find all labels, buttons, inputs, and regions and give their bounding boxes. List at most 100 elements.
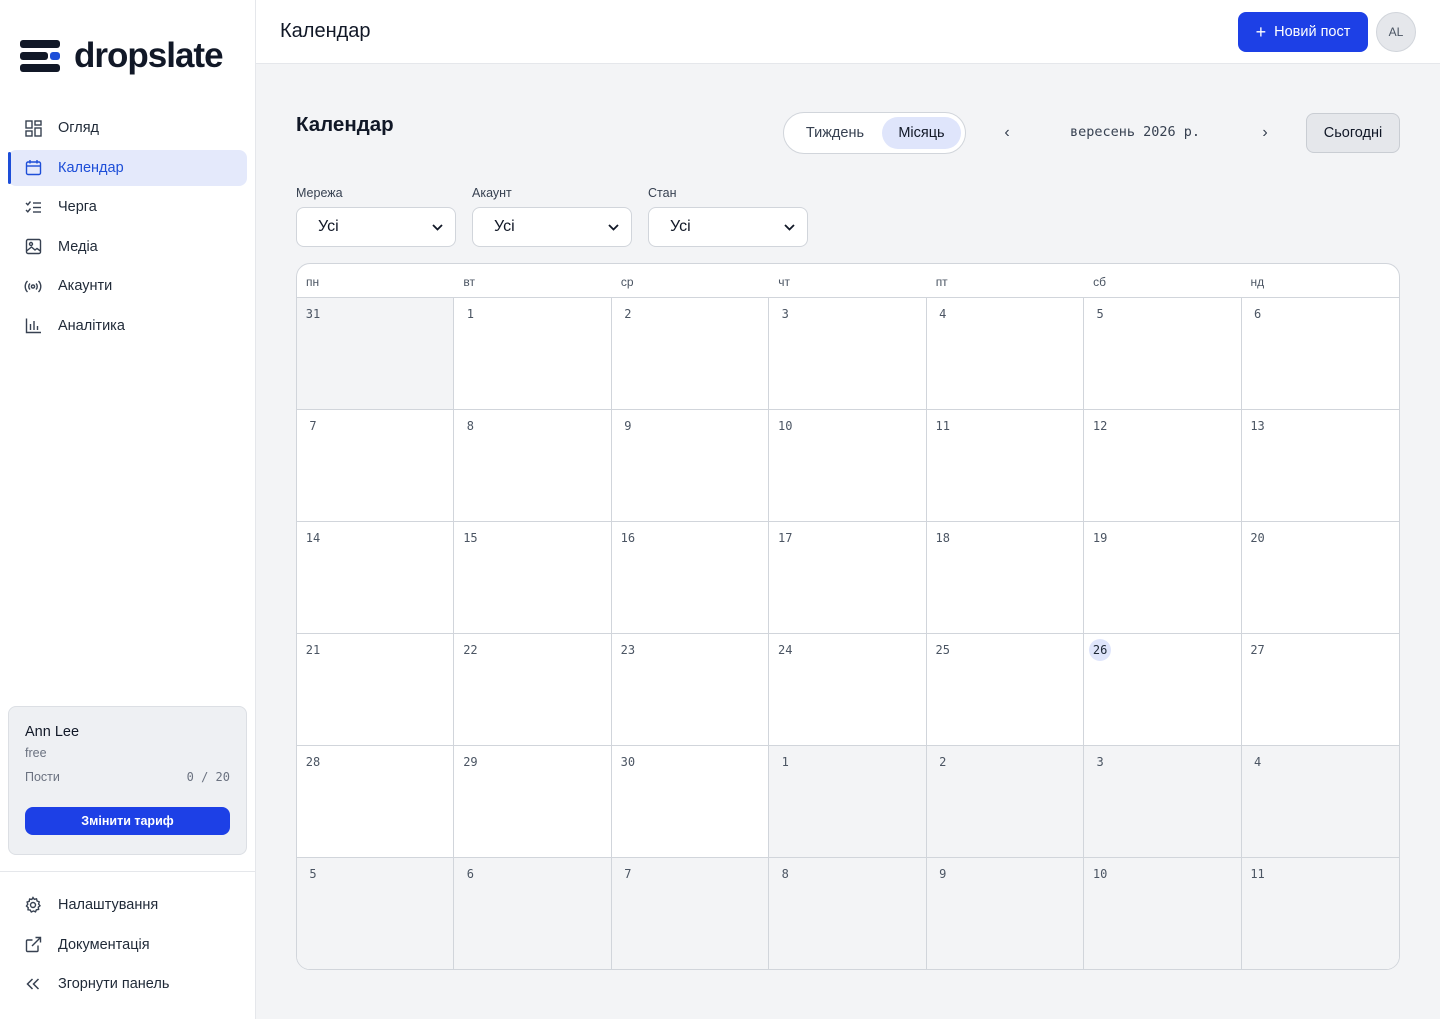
page-title: Календар [296, 113, 394, 136]
upgrade-plan-button[interactable]: Змінити тариф [25, 807, 230, 835]
day-cell[interactable]: 12 [1084, 410, 1242, 522]
day-cell[interactable]: 7 [297, 410, 455, 522]
day-cell[interactable]: 15 [454, 522, 612, 634]
sidebar-item-label: Акаунти [58, 278, 113, 294]
day-number: 14 [305, 531, 321, 545]
day-cell[interactable]: 2 [611, 298, 770, 410]
brand-logo[interactable]: dropslate [20, 36, 224, 76]
day-cell[interactable]: 6 [1241, 298, 1399, 410]
day-cell[interactable]: 11 [926, 410, 1085, 522]
day-cell[interactable]: 13 [1241, 410, 1399, 522]
day-cell[interactable]: 9 [926, 858, 1085, 969]
day-cell[interactable]: 5 [297, 858, 455, 969]
day-number: 6 [1253, 307, 1262, 321]
day-cell[interactable]: 11 [1241, 858, 1399, 969]
day-cell[interactable]: 24 [769, 634, 927, 746]
day-cell[interactable]: 1 [769, 746, 927, 858]
network-select[interactable]: Усі [296, 207, 456, 247]
day-cell[interactable]: 14 [297, 522, 455, 634]
day-cell[interactable]: 1 [454, 298, 612, 410]
sidebar-item-label: Документація [58, 936, 150, 953]
day-number: 8 [466, 419, 475, 433]
collapse-sidebar-button[interactable]: Згорнути панель [8, 966, 247, 1002]
day-number: 2 [624, 307, 632, 321]
day-number: 29 [463, 755, 478, 769]
day-cell[interactable]: 16 [611, 522, 770, 634]
month-calendar: пн вт ср чт пт сб нд 31 1 2 3 4 5 6 7 8 9 10 11 12 13 14 15 16… [296, 263, 1400, 970]
sidebar-item-accounts[interactable]: Акаунти [8, 268, 247, 304]
day-cell[interactable]: 21 [297, 634, 455, 746]
day-cell[interactable]: 2 [926, 746, 1085, 858]
sidebar-item-label: Огляд [58, 120, 100, 136]
day-cell[interactable]: 3 [1084, 746, 1242, 858]
day-cell[interactable]: 25 [926, 634, 1085, 746]
image-icon [24, 238, 42, 256]
posts-usage: Пости 0 / 20 [25, 770, 230, 784]
day-cell[interactable]: 10 [1084, 858, 1242, 969]
day-cell[interactable]: 22 [454, 634, 612, 746]
sidebar-divider [0, 871, 255, 872]
sidebar-item-overview[interactable]: Огляд [8, 110, 247, 146]
filter-account: Акаунт Усі [472, 186, 632, 247]
day-cell[interactable]: 4 [926, 298, 1085, 410]
day-cell[interactable]: 8 [769, 858, 927, 969]
day-cell[interactable]: 23 [611, 634, 770, 746]
day-cell[interactable]: 29 [454, 746, 612, 858]
weekday-label: пн [306, 275, 320, 289]
day-number: 23 [620, 643, 636, 657]
day-number: 12 [1092, 419, 1108, 433]
day-cell[interactable]: 3 [769, 298, 927, 410]
day-cell[interactable]: 5 [1084, 298, 1242, 410]
day-cell[interactable]: 28 [297, 746, 455, 858]
chevron-down-icon [432, 218, 443, 236]
day-number: 13 [1250, 419, 1265, 433]
sidebar-item-queue[interactable]: Черга [8, 189, 247, 225]
day-cell[interactable]: 6 [454, 858, 612, 969]
account-select[interactable]: Усі [472, 207, 632, 247]
sidebar-item-analytics[interactable]: Аналітика [8, 308, 247, 344]
select-value: Усі [494, 218, 515, 235]
sidebar-item-docs[interactable]: Документація [8, 927, 247, 963]
day-cell[interactable]: 10 [769, 410, 927, 522]
day-cell[interactable]: 20 [1241, 522, 1399, 634]
day-number: 28 [305, 755, 321, 769]
day-cell[interactable]: 4 [1241, 746, 1399, 858]
main-nav: Огляд Календар Черга Медіа Акаунти Аналі… [8, 110, 247, 347]
day-number: 26 [1089, 639, 1112, 661]
filter-label: Акаунт [472, 186, 512, 200]
day-number: 4 [939, 307, 947, 321]
avatar[interactable]: AL [1376, 12, 1416, 52]
select-value: Усі [670, 218, 691, 235]
day-cell-today[interactable]: 26 [1084, 634, 1242, 746]
day-number: 9 [939, 867, 947, 881]
plan-card: Ann Lee free Пости 0 / 20 Змінити тариф [8, 706, 247, 855]
view-month-button[interactable]: Місяць [881, 117, 961, 149]
day-cell[interactable]: 18 [926, 522, 1085, 634]
day-cell[interactable]: 27 [1241, 634, 1399, 746]
day-cell[interactable]: 19 [1084, 522, 1242, 634]
sidebar-item-label: Календар [58, 159, 124, 176]
day-cell[interactable]: 9 [611, 410, 770, 522]
prev-month-button[interactable]: ‹ [992, 118, 1022, 148]
brand-name: dropslate [74, 36, 224, 75]
day-number: 4 [1253, 755, 1262, 769]
new-post-button[interactable]: + Новий пост [1238, 12, 1368, 52]
day-number: 5 [1096, 307, 1104, 321]
today-button[interactable]: Сьогодні [1306, 113, 1400, 153]
sidebar-item-media[interactable]: Медіа [8, 229, 247, 265]
day-number: 22 [463, 643, 478, 657]
day-cell[interactable]: 31 [297, 298, 455, 410]
sidebar-item-calendar[interactable]: Календар [8, 149, 247, 186]
day-cell[interactable]: 17 [769, 522, 927, 634]
status-select[interactable]: Усі [648, 207, 808, 247]
day-cell[interactable]: 8 [454, 410, 612, 522]
day-cell[interactable]: 7 [611, 858, 770, 969]
logo-icon [20, 38, 60, 74]
view-week-button[interactable]: Тиждень [788, 117, 882, 149]
chevron-down-icon [784, 218, 795, 236]
day-number: 3 [781, 307, 789, 321]
next-month-button[interactable]: › [1250, 118, 1280, 148]
day-cell[interactable]: 30 [611, 746, 770, 858]
weekday-header: пн вт ср чт пт сб нд [297, 264, 1399, 298]
sidebar-item-settings[interactable]: Налаштування [8, 887, 247, 923]
